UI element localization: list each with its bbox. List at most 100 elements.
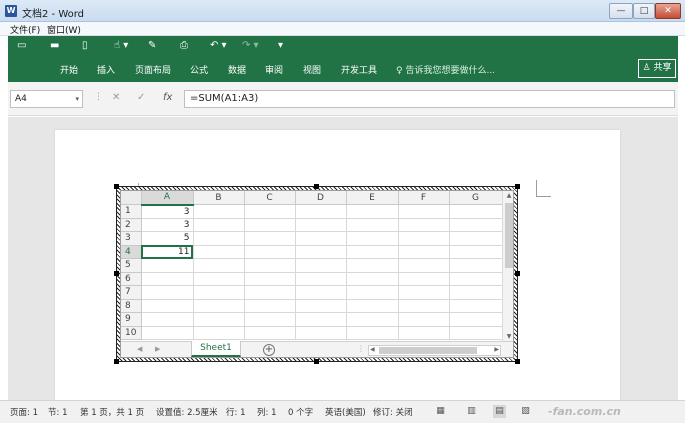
cell[interactable] [346,326,399,340]
status-language[interactable]: 英语(美国) [325,406,366,418]
embedded-worksheet[interactable]: A B C D E F G 1 3 2 3 3 5 4 11 5 6 7 8 9… [120,190,514,358]
row-header[interactable]: 2 [121,218,142,232]
cell[interactable] [193,312,245,327]
cell[interactable] [295,272,347,286]
cell[interactable] [449,312,503,327]
cell[interactable] [449,258,503,273]
resize-handle-bottom[interactable] [314,359,319,364]
cell[interactable] [295,326,347,340]
tell-me-search[interactable]: ♀ 告诉我您想要做什么... [396,63,495,76]
status-word-count[interactable]: 0 个字 [288,406,313,418]
row-header[interactable]: 6 [121,272,142,286]
cell[interactable] [295,312,347,327]
touch-mode-icon[interactable]: ☝ ▾ [114,40,128,52]
status-line[interactable]: 行: 1 [226,406,245,418]
status-page[interactable]: 页面: 1 [10,406,38,418]
cell[interactable] [346,204,399,219]
cell[interactable] [193,272,245,286]
status-page-count[interactable]: 第 1 页，共 1 页 [80,406,144,418]
column-header-c[interactable]: C [244,191,296,205]
cell[interactable] [346,258,399,273]
vertical-scrollbar[interactable]: ▲ ▼ [502,191,513,341]
cell[interactable] [193,218,245,232]
open-folder-icon[interactable]: ▬ [50,40,59,52]
cell-grid[interactable]: A B C D E F G 1 3 2 3 3 5 4 11 5 6 7 8 9… [121,191,503,340]
tab-view[interactable]: 视图 [303,63,321,76]
tab-insert[interactable]: 插入 [97,63,115,76]
cell[interactable] [295,204,347,219]
column-header-a[interactable]: A [141,191,194,206]
resize-handle-left[interactable] [114,271,119,276]
cell[interactable] [141,272,194,286]
cell[interactable] [346,218,399,232]
cell[interactable] [244,285,296,300]
row-header[interactable]: 1 [121,204,142,219]
row-header[interactable]: 8 [121,299,142,313]
cell[interactable] [449,326,503,340]
cancel-icon[interactable]: ✕ [112,92,120,103]
word-app-icon[interactable]: W [5,5,17,17]
cell[interactable] [346,312,399,327]
cell[interactable] [449,272,503,286]
tab-formulas[interactable]: 公式 [190,63,208,76]
cell[interactable] [193,326,245,340]
enter-icon[interactable]: ✓ [137,92,145,103]
cell[interactable] [295,285,347,300]
maximize-button[interactable]: □ [633,3,655,19]
chevron-down-icon[interactable]: ▾ [75,91,79,107]
cell[interactable] [449,285,503,300]
horizontal-scrollbar[interactable]: ◀ ▶ [368,345,501,356]
cell[interactable] [244,245,296,259]
cell[interactable] [449,218,503,232]
cell[interactable] [398,272,450,286]
redo-icon[interactable]: ↷ ▾ [242,40,259,52]
cell-a4-selected[interactable]: 11 [141,245,194,259]
column-header-b[interactable]: B [193,191,245,205]
column-header-e[interactable]: E [346,191,399,205]
tab-page-layout[interactable]: 页面布局 [135,63,171,76]
cell[interactable] [141,285,194,300]
macro-icon[interactable]: ▦ [434,405,447,418]
name-box[interactable]: A4 ▾ [10,90,83,108]
status-track-changes[interactable]: 修订: 关闭 [373,406,413,418]
cell[interactable] [141,312,194,327]
cell[interactable] [244,231,296,246]
cell[interactable] [193,231,245,246]
scroll-left-icon[interactable]: ◀ [370,346,375,353]
cell-a1[interactable]: 3 [141,204,194,219]
select-all-corner[interactable] [121,191,142,205]
scroll-right-icon[interactable]: ▶ [494,346,499,353]
cell[interactable] [244,299,296,313]
cell[interactable] [244,326,296,340]
row-header[interactable]: 5 [121,258,142,273]
insert-function-icon[interactable]: fx [163,92,172,103]
cell[interactable] [295,258,347,273]
scroll-up-icon[interactable]: ▲ [503,192,513,199]
cell[interactable] [449,204,503,219]
add-sheet-icon[interactable]: + [263,344,275,356]
status-position[interactable]: 设置值: 2.5厘米 [156,406,218,418]
web-layout-icon[interactable]: ▧ [519,405,532,418]
row-header[interactable]: 9 [121,312,142,327]
cell[interactable] [346,272,399,286]
resize-handle-top-left[interactable] [114,184,119,189]
resize-handle-bottom-right[interactable] [515,359,520,364]
cell[interactable] [141,299,194,313]
cell[interactable] [193,258,245,273]
resize-handle-top[interactable] [314,184,319,189]
tab-review[interactable]: 审阅 [265,63,283,76]
resize-handle-top-right[interactable] [515,184,520,189]
cell[interactable] [346,231,399,246]
cell[interactable] [244,272,296,286]
horizontal-scroll-thumb[interactable] [379,347,477,354]
cell[interactable] [244,218,296,232]
read-mode-icon[interactable]: ▥ [465,405,478,418]
cell[interactable] [295,218,347,232]
tab-data[interactable]: 数据 [228,63,246,76]
cell[interactable] [295,231,347,246]
cell[interactable] [244,312,296,327]
cell[interactable] [398,285,450,300]
scroll-down-icon[interactable]: ▼ [503,333,513,340]
cell[interactable] [295,299,347,313]
format-painter-icon[interactable]: ✎ [148,40,156,52]
